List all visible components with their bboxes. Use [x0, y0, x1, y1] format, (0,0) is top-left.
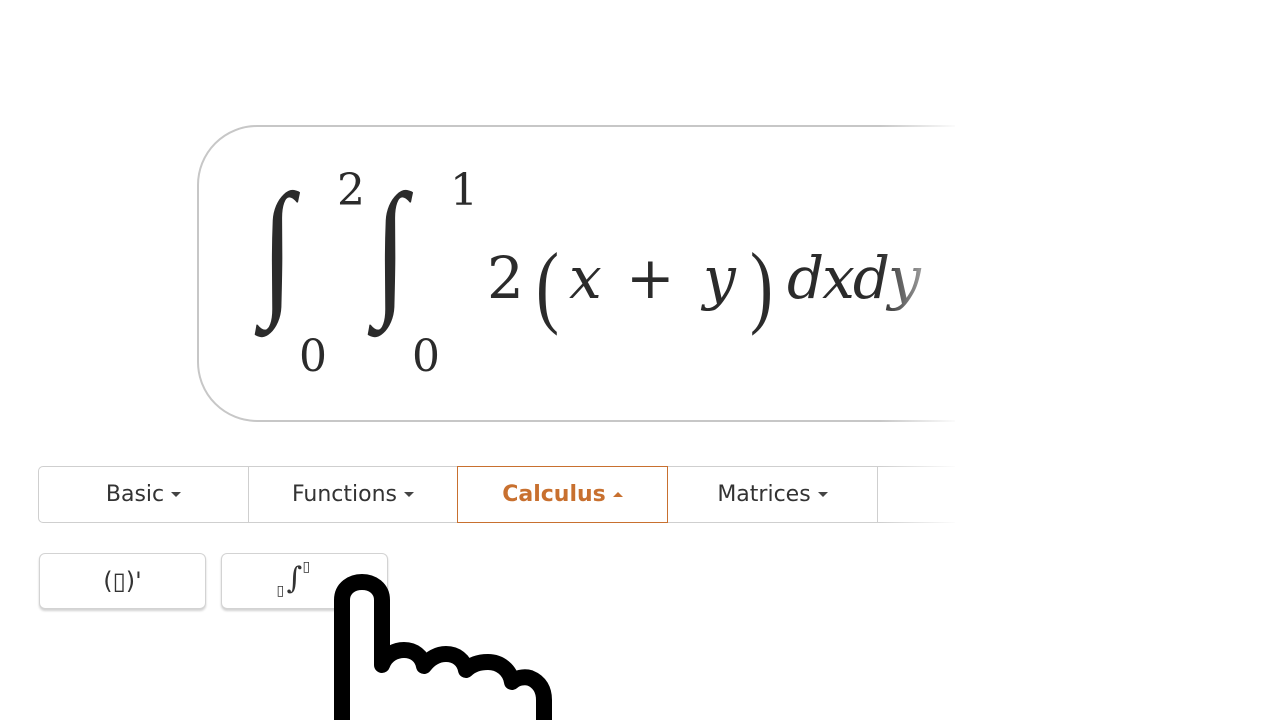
integral-lower-placeholder: ▯: [276, 583, 285, 599]
caret-down-icon: [171, 492, 182, 497]
caret-down-icon: [817, 492, 828, 497]
integral-outer-lower-limit: 0: [299, 331, 327, 382]
tab-calculus-label: Calculus: [502, 482, 606, 507]
close-paren: ): [750, 234, 773, 336]
integral-sign-inner: ∫: [374, 164, 407, 330]
differentials: dxdy: [787, 244, 921, 312]
tab-basic[interactable]: Basic: [38, 466, 249, 523]
tab-matrices-label: Matrices: [717, 482, 811, 507]
derivative-button-label: (▯)': [103, 567, 142, 595]
integral-inner-lower-limit: 0: [412, 331, 440, 382]
tab-functions-label: Functions: [291, 482, 398, 507]
tab-matrices[interactable]: Matrices: [667, 466, 878, 523]
integral-sign-outer: ∫: [261, 164, 294, 330]
math-expression: ∫ 2 0 ∫ 1 0 2 ( x + y ) dxdy: [199, 127, 1015, 420]
hand-pointer-icon: [334, 574, 552, 720]
caret-down-icon: [404, 492, 415, 497]
category-tabs: Basic Functions Calculus Matrices: [38, 466, 998, 523]
open-paren: (: [536, 234, 559, 336]
tab-functions[interactable]: Functions: [248, 466, 458, 523]
tab-basic-label: Basic: [105, 482, 165, 507]
plus-sign: +: [626, 244, 675, 312]
blank-area: [955, 0, 1280, 720]
coefficient: 2: [487, 244, 524, 312]
variable-y: y: [703, 244, 736, 312]
variable-x: x: [569, 244, 602, 312]
math-input-field[interactable]: ∫ 2 0 ∫ 1 0 2 ( x + y ) dxdy: [197, 125, 1017, 422]
integral-outer-upper-limit: 2: [337, 165, 365, 216]
caret-up-icon: [612, 492, 623, 497]
stage: ∫ 2 0 ∫ 1 0 2 ( x + y ) dxdy Basic Funct…: [0, 0, 1280, 720]
integral-inner-upper-limit: 1: [450, 165, 478, 216]
derivative-button[interactable]: (▯)': [39, 553, 206, 609]
tab-calculus[interactable]: Calculus: [457, 466, 668, 523]
